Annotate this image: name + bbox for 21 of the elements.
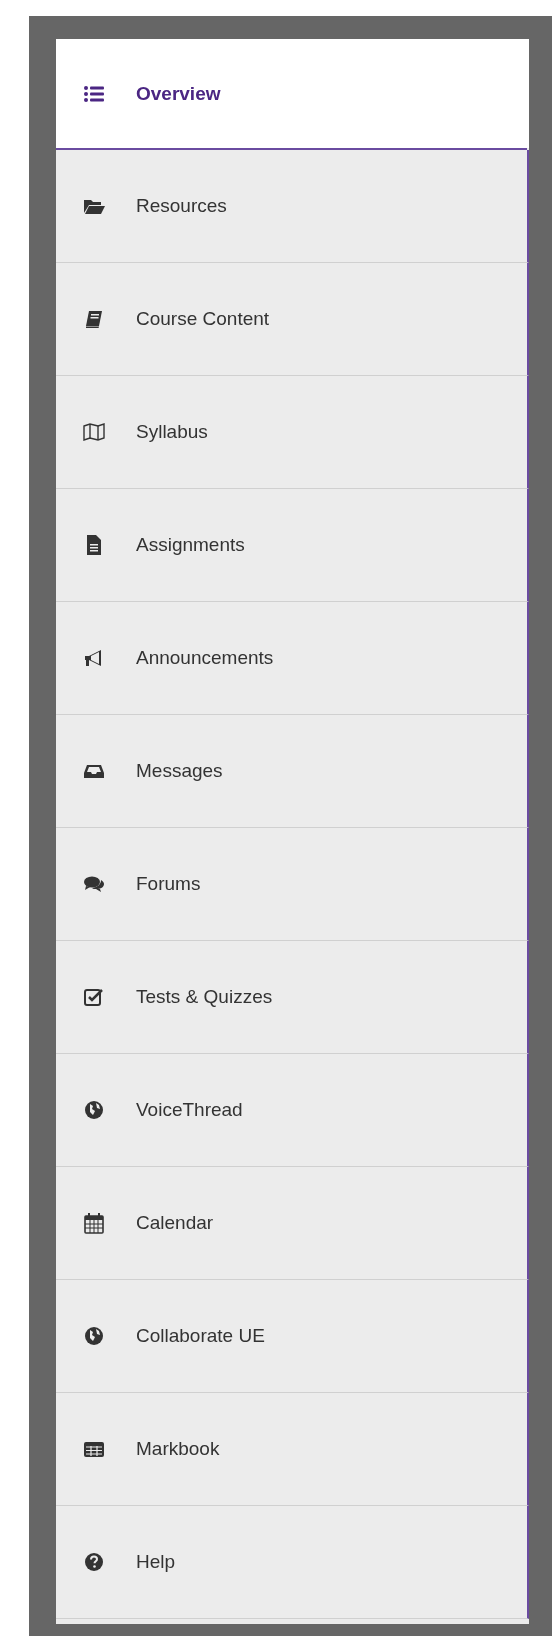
menu-item[interactable]: Help bbox=[56, 1506, 529, 1619]
help-icon bbox=[83, 1551, 105, 1573]
menu-item[interactable]: Collaborate UE bbox=[56, 1280, 529, 1393]
menu-item[interactable]: Overview bbox=[56, 39, 529, 148]
globe-icon bbox=[83, 1325, 105, 1347]
globe-icon bbox=[83, 1099, 105, 1121]
menu-item[interactable]: Resources bbox=[56, 150, 529, 263]
map-icon bbox=[83, 421, 105, 443]
menu-item[interactable]: Course Content bbox=[56, 263, 529, 376]
menu-item[interactable]: Announcements bbox=[56, 602, 529, 715]
menu-item[interactable]: Assignments bbox=[56, 489, 529, 602]
menu-item[interactable]: Markbook bbox=[56, 1393, 529, 1506]
menu-item[interactable]: VoiceThread bbox=[56, 1054, 529, 1167]
book-icon bbox=[83, 308, 105, 330]
calendar-icon bbox=[83, 1212, 105, 1234]
menu-item[interactable]: Messages bbox=[56, 715, 529, 828]
menu-item[interactable]: Forums bbox=[56, 828, 529, 941]
menu-item[interactable]: Syllabus bbox=[56, 376, 529, 489]
menu-item[interactable]: Tests & Quizzes bbox=[56, 941, 529, 1054]
checkbox-icon bbox=[83, 986, 105, 1008]
menu-item[interactable]: Calendar bbox=[56, 1167, 529, 1280]
